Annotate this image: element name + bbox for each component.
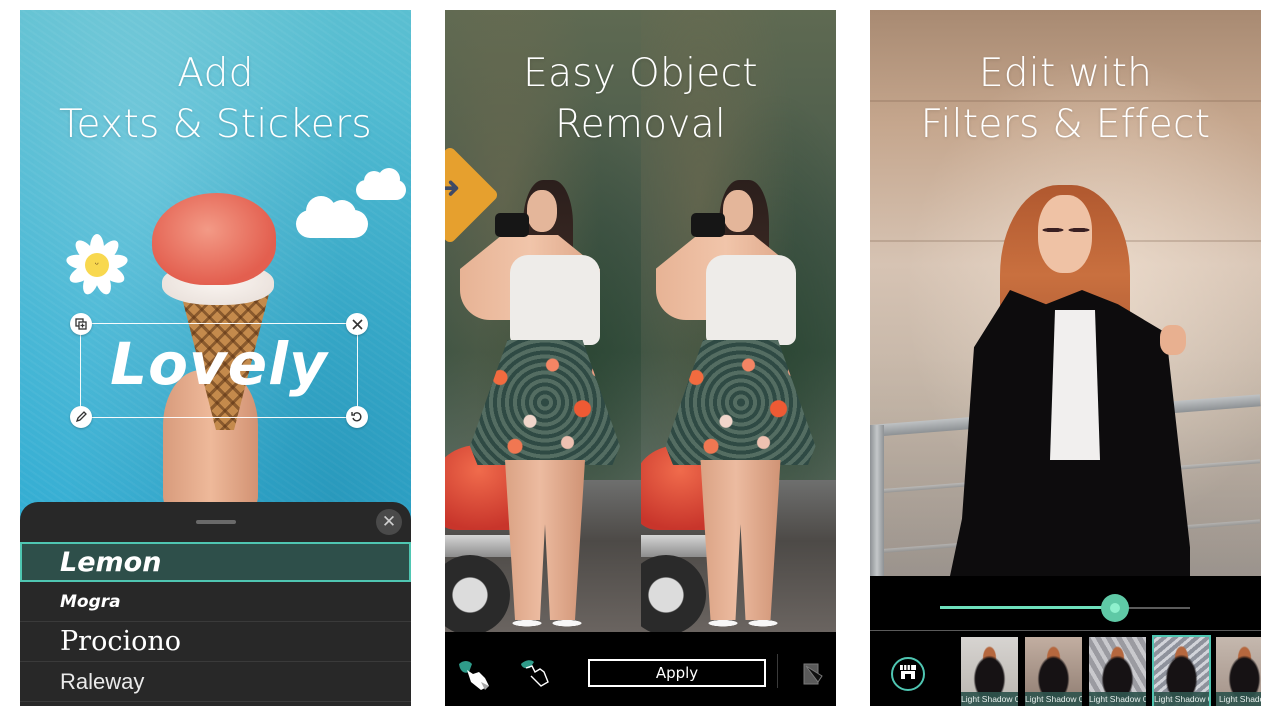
filter-thumbnail[interactable]: Light Shadow 02: [1025, 637, 1082, 706]
photo-strawberry-scoop: [152, 193, 276, 285]
headline-line-1: Easy Object: [523, 51, 758, 96]
filter-label: Light Shadow 02: [1025, 692, 1082, 706]
sheet-drag-handle[interactable]: [196, 520, 236, 524]
sticker-text[interactable]: Lovely: [81, 330, 357, 398]
rotate-icon[interactable]: [346, 406, 368, 428]
font-picker-sheet: ✕ Lemon Mogra Prociono Raleway: [20, 502, 411, 706]
close-sheet-button[interactable]: ✕: [376, 509, 402, 535]
headline-line-1: Add: [177, 51, 254, 96]
filter-thumbnail[interactable]: Light Shadow 01: [961, 637, 1018, 706]
cloud-sticker-small[interactable]: [356, 168, 406, 200]
headline: Easy Object Removal: [445, 48, 836, 150]
compare-icon[interactable]: [795, 656, 831, 692]
font-item-lemon[interactable]: Lemon: [20, 542, 411, 582]
daisy-sticker[interactable]: ᵕ: [65, 234, 129, 297]
filter-label: Light Shadow 01: [961, 692, 1018, 706]
store-icon: [899, 664, 917, 684]
close-icon[interactable]: [346, 313, 368, 335]
erase-hand-icon[interactable]: [518, 656, 554, 692]
text-sticker-box[interactable]: Lovely: [70, 313, 368, 428]
camera: [495, 213, 529, 237]
filter-store-button[interactable]: [891, 657, 925, 691]
font-item-mogra[interactable]: Mogra: [20, 582, 411, 622]
filter-label: Light Shadow 03: [1089, 692, 1146, 706]
panel-filters-effect: Edit with Filters & Effect Light Shadow …: [870, 10, 1261, 706]
headline-line-2: Filters & Effect: [920, 102, 1211, 147]
removal-toolbar: Apply: [445, 632, 836, 706]
panel-texts-stickers: Add Texts & Stickers ᵕ Lovely ✕ Lemon Mo…: [20, 10, 411, 706]
smiley-face-icon: ᵕ: [85, 253, 109, 277]
toolbar-divider: [777, 654, 778, 688]
font-item-raleway[interactable]: Raleway: [20, 662, 411, 702]
brush-hand-icon[interactable]: [457, 656, 493, 692]
filter-label: Light Shadow 04: [1154, 692, 1209, 706]
filters-bar: Light Shadow 01 Light Shadow 02 Light Sh…: [870, 576, 1261, 706]
divider: [870, 630, 1261, 631]
headline-line-2: Removal: [554, 102, 727, 147]
filter-thumbnail[interactable]: Light Shadow 03: [1089, 637, 1146, 706]
font-item-prociono[interactable]: Prociono: [20, 622, 411, 662]
slider-knob[interactable]: [1101, 594, 1129, 622]
font-list: Lemon Mogra Prociono Raleway: [20, 542, 411, 702]
headline: Add Texts & Stickers: [20, 48, 411, 150]
headline: Edit with Filters & Effect: [870, 48, 1261, 150]
apply-button[interactable]: Apply: [588, 659, 766, 687]
slider-fill: [940, 606, 1115, 609]
edit-pencil-icon[interactable]: [70, 406, 92, 428]
filter-thumbnail-strip: Light Shadow 01 Light Shadow 02 Light Sh…: [961, 635, 1261, 706]
duplicate-icon[interactable]: [70, 313, 92, 335]
filter-intensity-slider[interactable]: [940, 594, 1190, 622]
headline-line-1: Edit with: [978, 51, 1153, 96]
filter-label: Light Shadow: [1216, 692, 1261, 706]
filter-thumbnail-selected[interactable]: Light Shadow 04: [1152, 635, 1211, 706]
panel-object-removal: Easy Object Removal Apply: [445, 10, 836, 706]
filter-thumbnail[interactable]: Light Shadow: [1216, 637, 1261, 706]
cloud-sticker-large[interactable]: [296, 196, 368, 238]
headline-line-2: Texts & Stickers: [58, 102, 373, 147]
